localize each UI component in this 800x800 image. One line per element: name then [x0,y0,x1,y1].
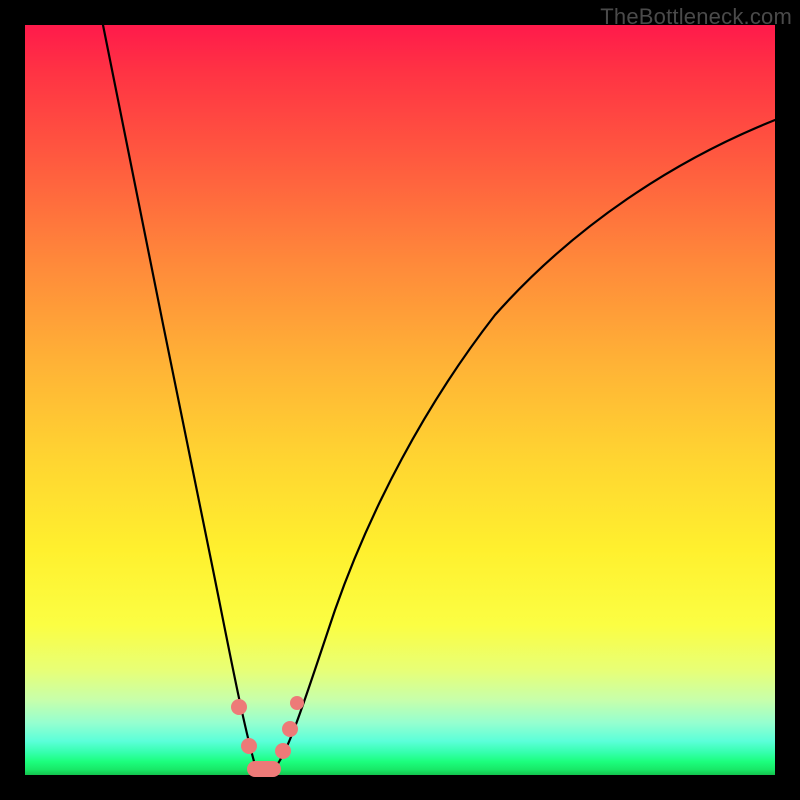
highlight-dot [282,721,298,737]
watermark-text: TheBottleneck.com [600,4,792,30]
v-curve [103,25,775,771]
chart-svg [25,25,775,775]
highlight-segment [247,761,281,777]
highlight-dot [275,743,291,759]
highlight-dot [231,699,247,715]
chart-plot-area [25,25,775,775]
highlight-dot [241,738,257,754]
highlight-dot [290,696,304,710]
